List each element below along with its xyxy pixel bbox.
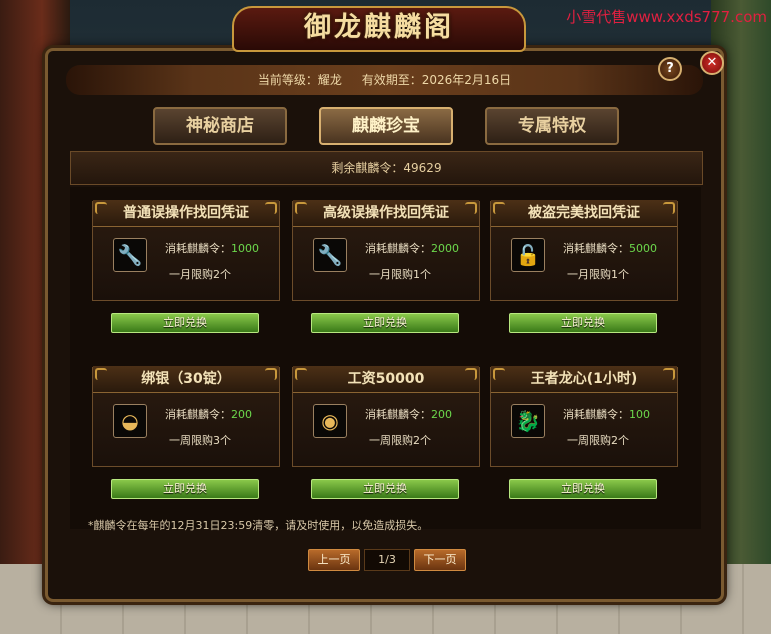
item-card: 被盗完美找回凭证 🔓 消耗麒麟令：5000 一月限购1个 bbox=[490, 200, 678, 301]
redeem-button[interactable]: 立即兑换 bbox=[311, 479, 459, 499]
close-button[interactable]: ✕ bbox=[700, 51, 724, 75]
page-indicator: 1/3 bbox=[364, 549, 410, 571]
tab-exclusive-privilege[interactable]: 专属特权 bbox=[485, 107, 619, 145]
status-header: 当前等级：耀龙 有效期至：2026年2月16日 bbox=[66, 65, 703, 95]
item-cost: 消耗麒麟令：200 bbox=[365, 408, 452, 421]
purchase-limit: 一月限购1个 bbox=[369, 268, 431, 281]
item-card: 工资50000 ◉ 消耗麒麟令：200 一周限购2个 bbox=[292, 366, 480, 467]
pagination: 上一页 1/3 下一页 bbox=[308, 549, 468, 571]
wrench-icon[interactable]: 🔧 bbox=[113, 238, 147, 272]
item-name: 绑银（30锭） bbox=[93, 366, 279, 393]
dragon-head-icon[interactable]: 🐉 bbox=[511, 404, 545, 438]
help-button[interactable]: ? bbox=[658, 57, 682, 81]
window-title: 御龙麒麟阁 bbox=[304, 12, 454, 43]
item-name: 被盗完美找回凭证 bbox=[491, 200, 677, 227]
valid-until: 有效期至：2026年2月16日 bbox=[361, 73, 512, 87]
wrench-icon[interactable]: 🔧 bbox=[313, 238, 347, 272]
purchase-limit: 一周限购3个 bbox=[169, 434, 231, 447]
redeem-button[interactable]: 立即兑换 bbox=[111, 313, 259, 333]
item-name: 普通误操作找回凭证 bbox=[93, 200, 279, 227]
item-cost: 消耗麒麟令：200 bbox=[165, 408, 252, 421]
tab-bar: 神秘商店 麒麟珍宝 专属特权 bbox=[153, 107, 623, 147]
tab-mystery-shop[interactable]: 神秘商店 bbox=[153, 107, 287, 145]
watermark: 小雪代售www.xxds777.com bbox=[566, 8, 767, 26]
qilin-pavilion-window: 当前等级：耀龙 有效期至：2026年2月16日 ? ✕ 神秘商店 麒麟珍宝 专属… bbox=[45, 48, 724, 602]
item-cost: 消耗麒麟令：5000 bbox=[563, 242, 657, 255]
level-label: 当前等级：耀龙 bbox=[257, 73, 342, 87]
item-card: 王者龙心(1小时) 🐉 消耗麒麟令：100 一周限购2个 bbox=[490, 366, 678, 467]
item-cost: 消耗麒麟令：100 bbox=[563, 408, 650, 421]
item-grid: 普通误操作找回凭证 🔧 消耗麒麟令：1000 一月限购2个 高级误操作找回凭证 … bbox=[70, 187, 701, 529]
window-title-plate: 御龙麒麟阁 bbox=[232, 6, 526, 52]
redeem-button[interactable]: 立即兑换 bbox=[509, 479, 657, 499]
purchase-limit: 一周限购2个 bbox=[567, 434, 629, 447]
redeem-button[interactable]: 立即兑换 bbox=[111, 479, 259, 499]
item-card: 绑银（30锭） ◒ 消耗麒麟令：200 一周限购3个 bbox=[92, 366, 280, 467]
item-card: 高级误操作找回凭证 🔧 消耗麒麟令：2000 一月限购1个 bbox=[292, 200, 480, 301]
item-name: 王者龙心(1小时) bbox=[491, 366, 677, 393]
redeem-button[interactable]: 立即兑换 bbox=[311, 313, 459, 333]
prev-page-button[interactable]: 上一页 bbox=[308, 549, 360, 571]
gold-ingot-icon[interactable]: ◉ bbox=[313, 404, 347, 438]
lock-icon[interactable]: 🔓 bbox=[511, 238, 545, 272]
silver-ingot-icon[interactable]: ◒ bbox=[113, 404, 147, 438]
purchase-limit: 一周限购2个 bbox=[369, 434, 431, 447]
purchase-limit: 一月限购2个 bbox=[169, 268, 231, 281]
item-card: 普通误操作找回凭证 🔧 消耗麒麟令：1000 一月限购2个 bbox=[92, 200, 280, 301]
purchase-limit: 一月限购1个 bbox=[567, 268, 629, 281]
tab-qilin-treasure[interactable]: 麒麟珍宝 bbox=[319, 107, 453, 145]
redeem-button[interactable]: 立即兑换 bbox=[509, 313, 657, 333]
item-name: 工资50000 bbox=[293, 366, 479, 393]
next-page-button[interactable]: 下一页 bbox=[414, 549, 466, 571]
expiry-note: *麒麟令在每年的12月31日23:59清零，请及时使用，以免造成损失。 bbox=[88, 519, 429, 532]
item-cost: 消耗麒麟令：1000 bbox=[165, 242, 259, 255]
remaining-token-balance: 剩余麒麟令：49629 bbox=[70, 151, 703, 185]
item-cost: 消耗麒麟令：2000 bbox=[365, 242, 459, 255]
item-name: 高级误操作找回凭证 bbox=[293, 200, 479, 227]
